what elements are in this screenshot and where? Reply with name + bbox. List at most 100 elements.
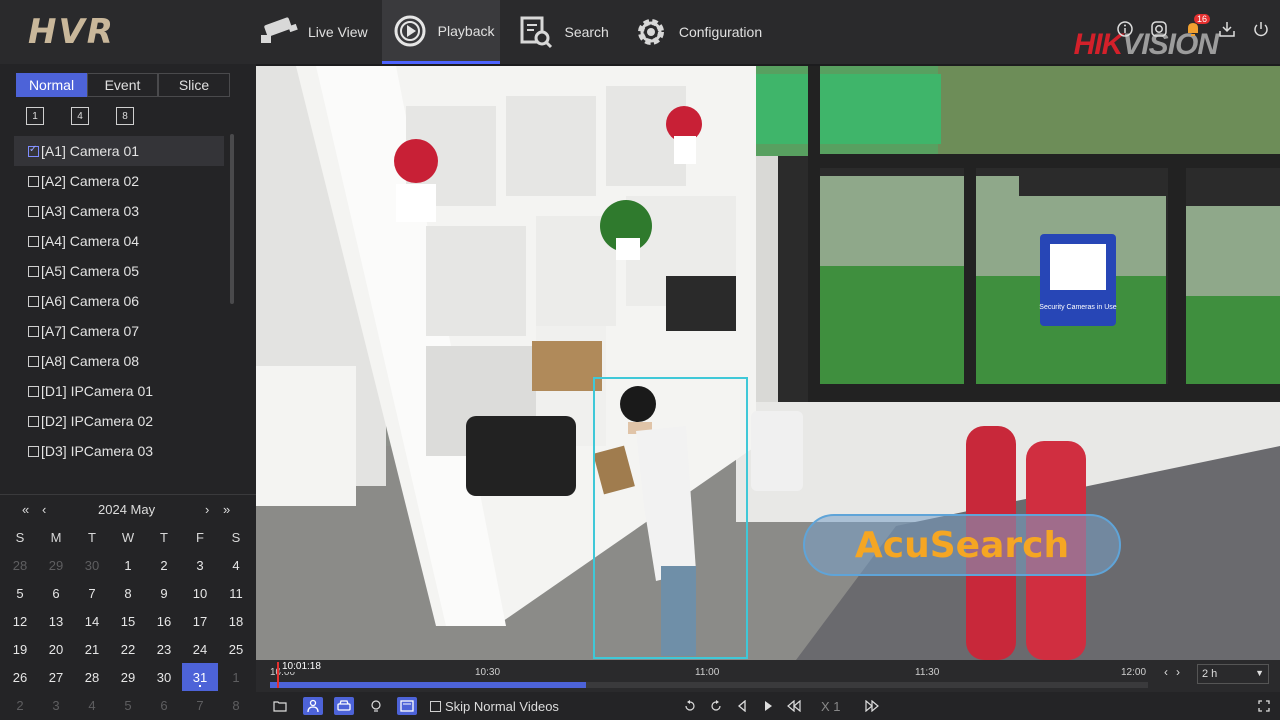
calendar-day[interactable]: 6 bbox=[146, 691, 182, 719]
camera-item[interactable]: [A2] Camera 02 bbox=[14, 166, 224, 196]
calendar-day[interactable]: 8 bbox=[110, 579, 146, 607]
calendar-day[interactable]: 2 bbox=[146, 551, 182, 579]
reverse-play-icon[interactable] bbox=[732, 697, 752, 715]
camera-list-scrollbar[interactable] bbox=[230, 134, 234, 304]
calendar-day[interactable]: 14 bbox=[74, 607, 110, 635]
calendar-day[interactable]: 23 bbox=[146, 635, 182, 663]
calendar-day[interactable]: 27 bbox=[38, 663, 74, 691]
calendar-day[interactable]: 12 bbox=[2, 607, 38, 635]
next-month-button[interactable]: › bbox=[205, 502, 209, 517]
layout-4-button[interactable]: 4 bbox=[71, 107, 89, 125]
camera-item[interactable]: [D1] IPCamera 01 bbox=[14, 376, 224, 406]
calendar-day[interactable]: 7 bbox=[182, 691, 218, 719]
calendar-day[interactable]: 10 bbox=[182, 579, 218, 607]
calendar-day[interactable]: 1 bbox=[218, 663, 254, 691]
checkbox[interactable] bbox=[28, 385, 39, 397]
play-icon[interactable] bbox=[758, 697, 778, 715]
layout-8-button[interactable]: 8 bbox=[116, 107, 134, 125]
calendar-day-selected[interactable]: 31 bbox=[182, 663, 218, 691]
rewind-30s-icon[interactable] bbox=[680, 697, 700, 715]
prev-year-button[interactable]: « bbox=[22, 502, 29, 517]
timeline[interactable]: 10:00 10:30 11:00 11:30 12:00 10:01:18 ‹… bbox=[256, 660, 1280, 692]
download-icon[interactable] bbox=[1218, 20, 1238, 40]
person-filter-icon[interactable] bbox=[303, 697, 323, 715]
checkbox[interactable] bbox=[28, 445, 39, 457]
calendar-day[interactable]: 18 bbox=[218, 607, 254, 635]
timeline-zoom-select[interactable]: 2 h ▼ bbox=[1197, 664, 1269, 684]
vehicle-filter-icon[interactable] bbox=[334, 697, 354, 715]
calendar-day[interactable]: 29 bbox=[110, 663, 146, 691]
instagram-icon[interactable] bbox=[1150, 20, 1170, 40]
calendar-day[interactable]: 26 bbox=[2, 663, 38, 691]
smart-search-icon[interactable] bbox=[397, 697, 417, 715]
checkbox[interactable] bbox=[28, 415, 39, 427]
timeline-track[interactable] bbox=[270, 682, 1148, 688]
calendar-day[interactable]: 13 bbox=[38, 607, 74, 635]
calendar-day[interactable]: 5 bbox=[110, 691, 146, 719]
calendar-day[interactable]: 4 bbox=[218, 551, 254, 579]
calendar-day[interactable]: 17 bbox=[182, 607, 218, 635]
calendar-day[interactable]: 15 bbox=[110, 607, 146, 635]
video-view[interactable]: Security Cameras in Use AcuSearch bbox=[256, 66, 1280, 660]
checkbox[interactable] bbox=[28, 235, 39, 247]
calendar-day[interactable]: 20 bbox=[38, 635, 74, 663]
calendar-day[interactable]: 1 bbox=[110, 551, 146, 579]
speed-up-icon[interactable] bbox=[862, 697, 882, 715]
calendar-day[interactable]: 2 bbox=[2, 691, 38, 719]
person-detection-box[interactable] bbox=[593, 377, 748, 659]
nav-search[interactable]: Search bbox=[508, 0, 614, 64]
calendar-day[interactable]: 30 bbox=[74, 551, 110, 579]
camera-item[interactable]: [D3] IPCamera 03 bbox=[14, 436, 224, 466]
layout-1-button[interactable]: 1 bbox=[26, 107, 44, 125]
bell-icon[interactable]: 16 bbox=[1184, 14, 1210, 40]
calendar-day[interactable]: 22 bbox=[110, 635, 146, 663]
timeline-prev-icon[interactable]: ‹ bbox=[1164, 665, 1168, 679]
nav-configuration[interactable]: Configuration bbox=[623, 0, 768, 64]
calendar-day[interactable]: 28 bbox=[2, 551, 38, 579]
camera-item[interactable]: [A4] Camera 04 bbox=[14, 226, 224, 256]
calendar-day[interactable]: 9 bbox=[146, 579, 182, 607]
folder-icon[interactable] bbox=[270, 697, 290, 715]
calendar-day[interactable]: 16 bbox=[146, 607, 182, 635]
checkbox[interactable] bbox=[28, 295, 39, 307]
calendar-day[interactable]: 30 bbox=[146, 663, 182, 691]
checkbox[interactable] bbox=[28, 355, 39, 367]
calendar-day[interactable]: 29 bbox=[38, 551, 74, 579]
camera-item[interactable]: [A8] Camera 08 bbox=[14, 346, 224, 376]
timeline-next-icon[interactable]: › bbox=[1176, 665, 1180, 679]
calendar-day[interactable]: 7 bbox=[74, 579, 110, 607]
tab-normal[interactable]: Normal bbox=[16, 73, 87, 97]
skip-normal-videos[interactable]: Skip Normal Videos bbox=[430, 699, 559, 714]
next-year-button[interactable]: » bbox=[223, 502, 230, 517]
timeline-cursor[interactable] bbox=[277, 662, 279, 688]
camera-item[interactable]: [A3] Camera 03 bbox=[14, 196, 224, 226]
forward-30s-icon[interactable] bbox=[706, 697, 726, 715]
checkbox[interactable] bbox=[28, 265, 39, 277]
tab-slice[interactable]: Slice bbox=[158, 73, 230, 97]
calendar-day[interactable]: 3 bbox=[38, 691, 74, 719]
slow-down-icon[interactable] bbox=[784, 697, 804, 715]
camera-item[interactable]: [D2] IPCamera 02 bbox=[14, 406, 224, 436]
lightbulb-icon[interactable] bbox=[366, 697, 386, 715]
calendar-day[interactable]: 25 bbox=[218, 635, 254, 663]
nav-live-view[interactable]: Live View bbox=[252, 0, 374, 64]
power-icon[interactable] bbox=[1252, 20, 1272, 40]
checkbox[interactable] bbox=[28, 144, 39, 157]
checkbox[interactable] bbox=[28, 175, 39, 187]
info-icon[interactable] bbox=[1116, 20, 1136, 40]
calendar-day[interactable]: 4 bbox=[74, 691, 110, 719]
calendar-day[interactable]: 8 bbox=[218, 691, 254, 719]
tab-event[interactable]: Event bbox=[87, 73, 158, 97]
prev-month-button[interactable]: ‹ bbox=[42, 502, 46, 517]
calendar-day[interactable]: 28 bbox=[74, 663, 110, 691]
camera-item[interactable]: [A6] Camera 06 bbox=[14, 286, 224, 316]
calendar-day[interactable]: 5 bbox=[2, 579, 38, 607]
calendar-day[interactable]: 21 bbox=[74, 635, 110, 663]
checkbox[interactable] bbox=[28, 325, 39, 337]
calendar-day[interactable]: 6 bbox=[38, 579, 74, 607]
fullscreen-icon[interactable] bbox=[1254, 697, 1274, 715]
camera-item[interactable]: [A7] Camera 07 bbox=[14, 316, 224, 346]
nav-playback[interactable]: Playback bbox=[381, 0, 501, 64]
calendar-day[interactable]: 3 bbox=[182, 551, 218, 579]
calendar-day[interactable]: 19 bbox=[2, 635, 38, 663]
